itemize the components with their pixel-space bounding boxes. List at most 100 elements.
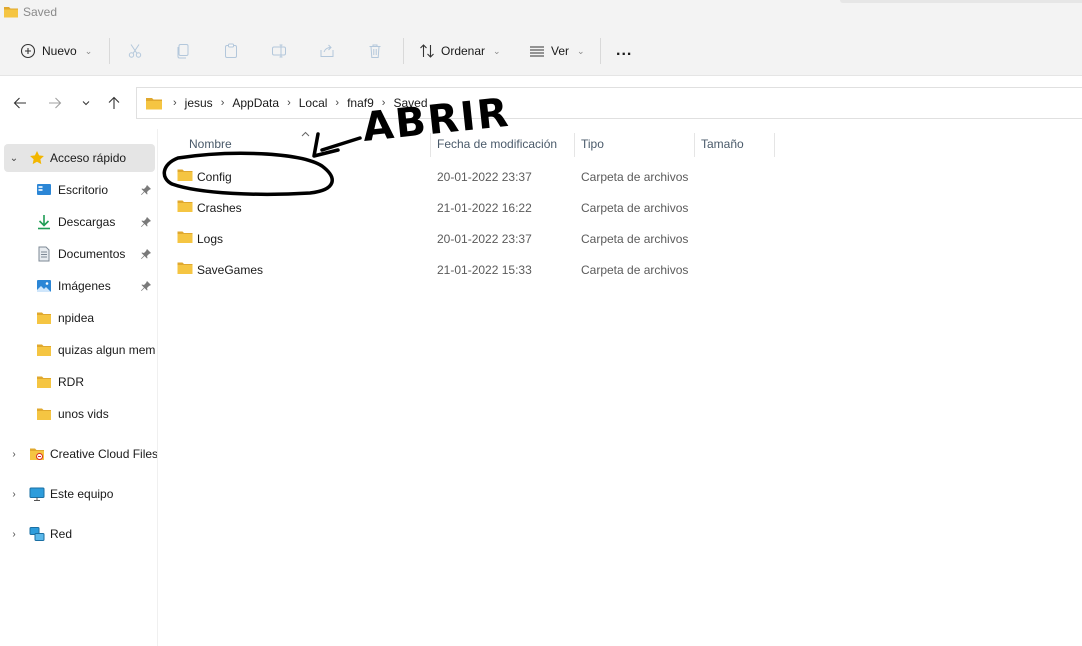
- rename-icon: [272, 44, 286, 58]
- navigation-row: › jesus › AppData › Local › fnaf9 › Save…: [0, 77, 1082, 129]
- file-name: Crashes: [197, 201, 242, 215]
- sidebar-item-unos-vids[interactable]: unos vids: [0, 400, 157, 428]
- forward-button[interactable]: [47, 95, 63, 111]
- share-icon: [320, 44, 334, 57]
- sidebar-item-this-pc[interactable]: › Este equipo: [0, 480, 157, 508]
- breadcrumb-separator: ›: [220, 97, 225, 109]
- creative-cloud-folder-icon: [30, 448, 44, 460]
- sidebar-item-label: Creative Cloud Files: [50, 447, 159, 461]
- table-row[interactable]: Crashes 21-01-2022 16:22 Carpeta de arch…: [168, 193, 778, 221]
- desktop-icon: [37, 184, 51, 195]
- chevron-right-icon[interactable]: ›: [8, 529, 20, 540]
- sidebar-item-desktop[interactable]: Escritorio: [0, 176, 157, 204]
- folder-icon: [37, 344, 51, 356]
- up-button[interactable]: [106, 95, 122, 111]
- share-button[interactable]: [319, 38, 335, 64]
- trash-icon: [369, 44, 381, 58]
- delete-button[interactable]: [367, 38, 383, 64]
- new-button[interactable]: Nuevo ⌄: [20, 38, 92, 64]
- sidebar-item-network[interactable]: › Red: [0, 520, 157, 548]
- folder-icon: [177, 169, 193, 181]
- breadcrumb-item[interactable]: AppData: [228, 96, 283, 110]
- folder-icon: [177, 200, 193, 212]
- pictures-icon: [37, 280, 51, 292]
- sidebar-item-downloads[interactable]: Descargas: [0, 208, 157, 236]
- column-separator[interactable]: [574, 133, 575, 157]
- column-separator[interactable]: [430, 133, 431, 157]
- paste-button[interactable]: [223, 38, 239, 64]
- sidebar-item-npidea[interactable]: npidea: [0, 304, 157, 332]
- file-date: 21-01-2022 16:22: [437, 201, 532, 215]
- copy-button[interactable]: [175, 38, 191, 64]
- copy-icon: [177, 44, 189, 59]
- sidebar-item-creative-cloud[interactable]: › Creative Cloud Files: [0, 440, 159, 468]
- sidebar-item-quick-access[interactable]: ⌄ Acceso rápido: [4, 144, 155, 172]
- column-header-size[interactable]: Tamaño: [701, 137, 744, 157]
- sort-ascending-icon: [301, 131, 310, 137]
- breadcrumb-item[interactable]: Local: [295, 96, 332, 110]
- pin-icon[interactable]: [140, 280, 152, 292]
- tab-strip-edge: [840, 0, 1082, 3]
- chevron-down-icon[interactable]: ⌄: [8, 153, 20, 164]
- more-options-button[interactable]: ...: [616, 38, 632, 64]
- recent-locations-button[interactable]: [78, 95, 94, 111]
- new-button-label: Nuevo: [42, 44, 77, 58]
- sidebar-item-label: Acceso rápido: [50, 151, 127, 165]
- table-row[interactable]: Logs 20-01-2022 23:37 Carpeta de archivo…: [168, 224, 778, 252]
- chevron-down-icon: ⌄: [577, 45, 585, 56]
- breadcrumb-item[interactable]: fnaf9: [343, 96, 378, 110]
- view-button-label: Ver: [551, 44, 570, 58]
- toolbar-divider: [600, 38, 601, 64]
- folder-icon: [37, 312, 51, 324]
- sort-button-label: Ordenar: [441, 44, 486, 58]
- chevron-down-icon: [82, 101, 90, 106]
- chevron-right-icon[interactable]: ›: [8, 449, 20, 460]
- breadcrumb-separator: ›: [335, 97, 340, 109]
- sidebar-item-rdr[interactable]: RDR: [0, 368, 157, 396]
- column-separator[interactable]: [774, 133, 775, 157]
- sidebar-item-pictures[interactable]: Imágenes: [0, 272, 157, 300]
- breadcrumb-item[interactable]: Saved: [389, 96, 431, 110]
- column-header-type[interactable]: Tipo: [581, 137, 604, 157]
- folder-icon: [3, 5, 19, 22]
- view-list-icon: [530, 46, 544, 57]
- folder-icon: [37, 408, 51, 420]
- file-list: Nombre Fecha de modificación Tipo Tamaño…: [158, 129, 1082, 646]
- breadcrumb-separator: ›: [381, 97, 386, 109]
- sort-button[interactable]: Ordenar ⌄: [419, 38, 501, 64]
- download-icon: [38, 215, 50, 230]
- file-type: Carpeta de archivos: [581, 263, 689, 277]
- file-name: Config: [197, 170, 232, 184]
- sidebar-item-documents[interactable]: Documentos: [0, 240, 157, 268]
- view-button[interactable]: Ver ⌄: [529, 38, 585, 64]
- rename-button[interactable]: [271, 38, 287, 64]
- file-date: 20-01-2022 23:37: [437, 170, 532, 184]
- cut-button[interactable]: [127, 38, 143, 64]
- pin-icon[interactable]: [140, 216, 152, 228]
- scissors-icon: [128, 44, 142, 58]
- chevron-down-icon: ⌄: [84, 45, 93, 56]
- arrow-left-icon: [13, 97, 26, 109]
- sidebar-item-quizas[interactable]: quizas algun mem: [0, 336, 157, 364]
- table-row[interactable]: SaveGames 21-01-2022 15:33 Carpeta de ar…: [168, 255, 778, 283]
- pin-icon[interactable]: [140, 184, 152, 196]
- breadcrumb-separator: ›: [287, 97, 291, 109]
- toolbar-divider: [403, 38, 404, 64]
- file-type: Carpeta de archivos: [581, 170, 689, 184]
- back-button[interactable]: [12, 95, 28, 111]
- sidebar-item-label: Red: [50, 527, 73, 541]
- sidebar-item-label: Este equipo: [50, 487, 114, 501]
- file-date: 20-01-2022 23:37: [437, 232, 532, 246]
- column-header-name[interactable]: Nombre: [189, 137, 232, 157]
- chevron-right-icon[interactable]: ›: [8, 489, 20, 500]
- document-icon: [38, 246, 50, 262]
- column-separator[interactable]: [694, 133, 695, 157]
- column-header-date[interactable]: Fecha de modificación: [437, 137, 557, 157]
- toolbar-divider: [109, 38, 110, 64]
- more-icon: ...: [616, 42, 633, 59]
- breadcrumb-item[interactable]: jesus: [181, 96, 217, 110]
- pin-icon[interactable]: [140, 248, 152, 260]
- table-row[interactable]: Config 20-01-2022 23:37 Carpeta de archi…: [168, 162, 778, 190]
- address-bar[interactable]: › jesus › AppData › Local › fnaf9 › Save…: [136, 87, 1082, 119]
- sidebar-item-label: Descargas: [58, 215, 116, 229]
